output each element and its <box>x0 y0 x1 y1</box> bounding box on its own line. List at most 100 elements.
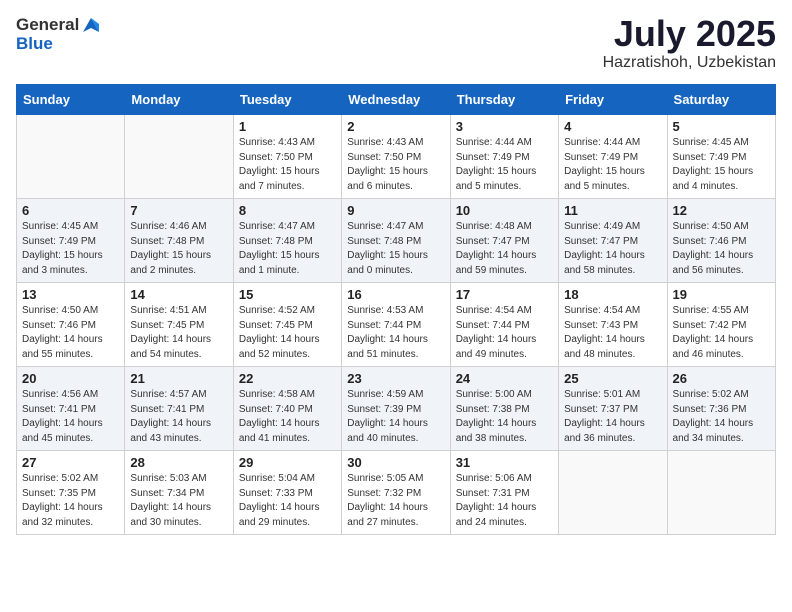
calendar-cell <box>559 451 667 535</box>
day-number: 20 <box>22 371 119 386</box>
day-number: 19 <box>673 287 770 302</box>
col-friday: Friday <box>559 85 667 115</box>
calendar-body: 1 Sunrise: 4:43 AM Sunset: 7:50 PM Daylig… <box>17 115 776 535</box>
day-number: 11 <box>564 203 661 218</box>
day-info: Sunrise: 4:50 AM Sunset: 7:46 PM Dayligh… <box>22 304 119 362</box>
day-number: 8 <box>239 203 336 218</box>
day-info: Sunrise: 4:54 AM Sunset: 7:44 PM Dayligh… <box>456 304 553 362</box>
calendar-cell <box>17 115 125 199</box>
page-header: General Blue July 2025 Hazratishoh, Uzbe… <box>16 16 776 72</box>
calendar-cell: 14 Sunrise: 4:51 AM Sunset: 7:45 PM Dayli… <box>125 283 233 367</box>
day-info: Sunrise: 4:57 AM Sunset: 7:41 PM Dayligh… <box>130 388 227 446</box>
day-number: 22 <box>239 371 336 386</box>
calendar-cell: 10 Sunrise: 4:48 AM Sunset: 7:47 PM Dayli… <box>450 199 558 283</box>
day-info: Sunrise: 5:04 AM Sunset: 7:33 PM Dayligh… <box>239 472 336 530</box>
calendar-cell: 22 Sunrise: 4:58 AM Sunset: 7:40 PM Dayli… <box>233 367 341 451</box>
col-sunday: Sunday <box>17 85 125 115</box>
calendar-cell: 24Sunrise: 5:00 AM Sunset: 7:38 PM Dayli… <box>450 367 558 451</box>
day-number: 5 <box>673 119 770 134</box>
day-info: Sunrise: 4:53 AM Sunset: 7:44 PM Dayligh… <box>347 304 444 362</box>
col-thursday: Thursday <box>450 85 558 115</box>
day-info: Sunrise: 4:56 AM Sunset: 7:41 PM Dayligh… <box>22 388 119 446</box>
day-info: Sunrise: 5:03 AM Sunset: 7:34 PM Dayligh… <box>130 472 227 530</box>
day-number: 30 <box>347 455 444 470</box>
day-info: Sunrise: 5:01 AM Sunset: 7:37 PM Dayligh… <box>564 388 661 446</box>
day-info: Sunrise: 4:45 AM Sunset: 7:49 PM Dayligh… <box>673 136 770 194</box>
day-number: 3 <box>456 119 553 134</box>
day-info: Sunrise: 4:49 AM Sunset: 7:47 PM Dayligh… <box>564 220 661 278</box>
day-number: 17 <box>456 287 553 302</box>
calendar-cell: 11 Sunrise: 4:49 AM Sunset: 7:47 PM Dayli… <box>559 199 667 283</box>
logo-blue-text: Blue <box>16 35 53 54</box>
calendar-cell: 17 Sunrise: 4:54 AM Sunset: 7:44 PM Dayli… <box>450 283 558 367</box>
day-info: Sunrise: 4:54 AM Sunset: 7:43 PM Dayligh… <box>564 304 661 362</box>
calendar-cell: 28 Sunrise: 5:03 AM Sunset: 7:34 PM Dayli… <box>125 451 233 535</box>
calendar-cell: 15 Sunrise: 4:52 AM Sunset: 7:45 PM Dayli… <box>233 283 341 367</box>
calendar-header-row: Sunday Monday Tuesday Wednesday Thursday… <box>17 85 776 115</box>
day-number: 16 <box>347 287 444 302</box>
day-number: 24 <box>456 371 553 386</box>
day-info: Sunrise: 4:58 AM Sunset: 7:40 PM Dayligh… <box>239 388 336 446</box>
day-info: Sunrise: 4:47 AM Sunset: 7:48 PM Dayligh… <box>347 220 444 278</box>
day-info: Sunrise: 4:51 AM Sunset: 7:45 PM Dayligh… <box>130 304 227 362</box>
day-number: 23 <box>347 371 444 386</box>
calendar-week-row: 6 Sunrise: 4:45 AM Sunset: 7:49 PM Daylig… <box>17 199 776 283</box>
logo-general-text: General <box>16 16 79 35</box>
day-number: 26 <box>673 371 770 386</box>
day-info: Sunrise: 4:50 AM Sunset: 7:46 PM Dayligh… <box>673 220 770 278</box>
calendar-cell: 16 Sunrise: 4:53 AM Sunset: 7:44 PM Dayli… <box>342 283 450 367</box>
day-number: 1 <box>239 119 336 134</box>
calendar-week-row: 20 Sunrise: 4:56 AM Sunset: 7:41 PM Dayli… <box>17 367 776 451</box>
calendar-cell: 1 Sunrise: 4:43 AM Sunset: 7:50 PM Daylig… <box>233 115 341 199</box>
calendar-cell: 25 Sunrise: 5:01 AM Sunset: 7:37 PM Dayli… <box>559 367 667 451</box>
calendar-cell: 12 Sunrise: 4:50 AM Sunset: 7:46 PM Dayli… <box>667 199 775 283</box>
day-number: 29 <box>239 455 336 470</box>
col-monday: Monday <box>125 85 233 115</box>
day-info: Sunrise: 4:43 AM Sunset: 7:50 PM Dayligh… <box>239 136 336 194</box>
calendar-week-row: 13 Sunrise: 4:50 AM Sunset: 7:46 PM Dayli… <box>17 283 776 367</box>
day-number: 27 <box>22 455 119 470</box>
calendar-cell: 18Sunrise: 4:54 AM Sunset: 7:43 PM Dayli… <box>559 283 667 367</box>
calendar-cell: 13 Sunrise: 4:50 AM Sunset: 7:46 PM Dayli… <box>17 283 125 367</box>
day-info: Sunrise: 5:06 AM Sunset: 7:31 PM Dayligh… <box>456 472 553 530</box>
calendar-cell: 29 Sunrise: 5:04 AM Sunset: 7:33 PM Dayli… <box>233 451 341 535</box>
day-number: 14 <box>130 287 227 302</box>
calendar-week-row: 1 Sunrise: 4:43 AM Sunset: 7:50 PM Daylig… <box>17 115 776 199</box>
calendar-week-row: 27 Sunrise: 5:02 AM Sunset: 7:35 PM Dayli… <box>17 451 776 535</box>
calendar-cell: 9 Sunrise: 4:47 AM Sunset: 7:48 PM Daylig… <box>342 199 450 283</box>
day-info: Sunrise: 4:43 AM Sunset: 7:50 PM Dayligh… <box>347 136 444 194</box>
day-info: Sunrise: 5:02 AM Sunset: 7:36 PM Dayligh… <box>673 388 770 446</box>
day-info: Sunrise: 4:47 AM Sunset: 7:48 PM Dayligh… <box>239 220 336 278</box>
day-info: Sunrise: 4:46 AM Sunset: 7:48 PM Dayligh… <box>130 220 227 278</box>
day-number: 9 <box>347 203 444 218</box>
logo-arrow-icon <box>81 16 99 34</box>
day-number: 15 <box>239 287 336 302</box>
day-info: Sunrise: 4:45 AM Sunset: 7:49 PM Dayligh… <box>22 220 119 278</box>
col-tuesday: Tuesday <box>233 85 341 115</box>
col-saturday: Saturday <box>667 85 775 115</box>
calendar-cell: 5 Sunrise: 4:45 AM Sunset: 7:49 PM Daylig… <box>667 115 775 199</box>
day-number: 2 <box>347 119 444 134</box>
day-info: Sunrise: 5:02 AM Sunset: 7:35 PM Dayligh… <box>22 472 119 530</box>
day-info: Sunrise: 4:59 AM Sunset: 7:39 PM Dayligh… <box>347 388 444 446</box>
calendar-cell: 26 Sunrise: 5:02 AM Sunset: 7:36 PM Dayli… <box>667 367 775 451</box>
day-number: 31 <box>456 455 553 470</box>
calendar-cell: 8 Sunrise: 4:47 AM Sunset: 7:48 PM Daylig… <box>233 199 341 283</box>
calendar-cell: 7Sunrise: 4:46 AM Sunset: 7:48 PM Daylig… <box>125 199 233 283</box>
calendar-location: Hazratishoh, Uzbekistan <box>603 54 776 72</box>
day-number: 25 <box>564 371 661 386</box>
day-number: 12 <box>673 203 770 218</box>
day-info: Sunrise: 5:05 AM Sunset: 7:32 PM Dayligh… <box>347 472 444 530</box>
day-info: Sunrise: 4:52 AM Sunset: 7:45 PM Dayligh… <box>239 304 336 362</box>
day-number: 13 <box>22 287 119 302</box>
title-block: July 2025 Hazratishoh, Uzbekistan <box>603 16 776 72</box>
col-wednesday: Wednesday <box>342 85 450 115</box>
calendar-cell: 23 Sunrise: 4:59 AM Sunset: 7:39 PM Dayli… <box>342 367 450 451</box>
calendar-table: Sunday Monday Tuesday Wednesday Thursday… <box>16 84 776 535</box>
day-number: 28 <box>130 455 227 470</box>
day-number: 6 <box>22 203 119 218</box>
day-info: Sunrise: 4:55 AM Sunset: 7:42 PM Dayligh… <box>673 304 770 362</box>
day-number: 10 <box>456 203 553 218</box>
calendar-cell <box>667 451 775 535</box>
day-info: Sunrise: 4:48 AM Sunset: 7:47 PM Dayligh… <box>456 220 553 278</box>
